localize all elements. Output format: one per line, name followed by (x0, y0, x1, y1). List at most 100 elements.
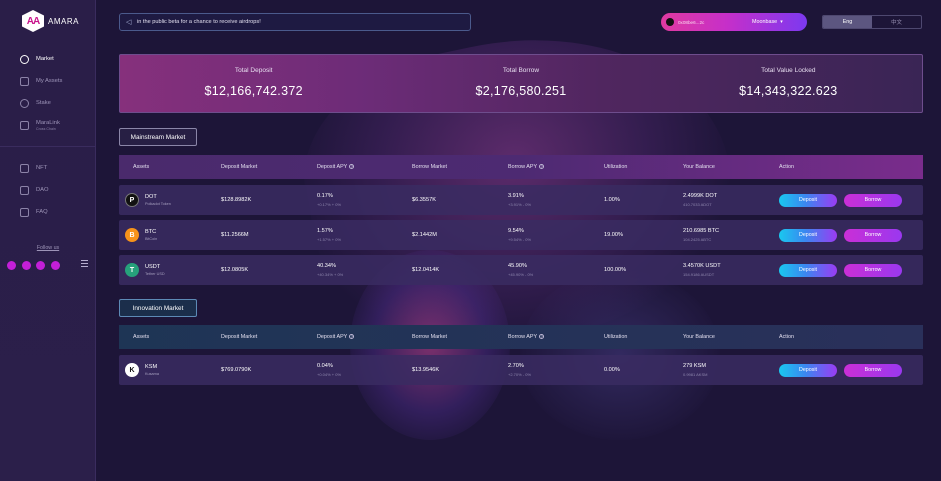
stat-total-borrow: Total Borrow $2,176,580.251 (387, 55, 654, 112)
borrow-apy-detail: +2.70% - 0% (508, 372, 532, 377)
medium-icon[interactable] (50, 261, 60, 270)
announcement-bar: ◁ in the public beta for a chance to rec… (119, 13, 471, 31)
deposit-apy-cell: 0.17% +0.17% + 0% (317, 193, 341, 207)
lang-zh[interactable]: 中文 (872, 16, 921, 28)
nft-icon (20, 163, 29, 173)
balance-detail: 154.9186 AUSDT (683, 272, 715, 277)
sidebar-item-maralink[interactable]: MaraLink Cross Chain (0, 114, 96, 136)
column-header: Deposit APY? (317, 164, 355, 170)
deposit-market: $769.0790K (221, 367, 252, 373)
column-header: Deposit Market (221, 164, 258, 170)
sidebar-item-label: Market (36, 56, 54, 62)
borrow-apy-cell: 3.91% +3.91% - 0% (508, 193, 531, 207)
balance-detail: 410.7033 ADOT (683, 202, 712, 207)
help-icon: ? (539, 164, 545, 170)
folder-icon (20, 76, 29, 86)
network-selector[interactable]: Moonbase (752, 19, 777, 25)
borrow-market: $2.1442M (412, 232, 437, 238)
borrow-button[interactable]: Borrow (844, 228, 902, 242)
dao-icon (20, 185, 29, 195)
column-header: Your Balance (683, 164, 715, 170)
deposit-apy: 0.04% (317, 363, 333, 369)
dollar-circle-icon (20, 54, 29, 64)
borrow-button[interactable]: Borrow (844, 193, 902, 207)
table-row: P DOT Polkadot Token $128.8982K 0.17% +0.… (119, 185, 923, 215)
mainstream-table-header: Assets Deposit Market Deposit APY? Borro… (119, 155, 923, 179)
asset-name: Polkadot Token (145, 202, 171, 206)
balance-cell: 210.6985 BTC 104.2425 ABTC (683, 228, 719, 242)
wallet-address: 0x08be6...2c (678, 19, 705, 25)
sidebar-item-faq[interactable]: FAQ (0, 201, 96, 223)
asset-cell: P DOT Polkadot Token (119, 193, 221, 207)
usdt-coin-icon: T (125, 263, 139, 277)
deposit-button[interactable]: Deposit (779, 193, 837, 207)
sidebar-item-label: Stake (36, 100, 51, 106)
asset-name: Tether USD (145, 272, 165, 276)
utilization: 100.00% (604, 267, 627, 273)
borrow-apy-detail: +45.90% - 0% (508, 272, 534, 277)
twitter-icon[interactable] (7, 261, 16, 270)
sidebar-item-stake[interactable]: Stake (0, 92, 96, 114)
sidebar-item-dao[interactable]: DAO (0, 179, 96, 201)
asset-cell: T USDT Tether USD (119, 263, 221, 277)
utilization: 1.00% (604, 197, 620, 203)
sidebar-item-label: MaraLink (36, 119, 60, 126)
sidebar-item-my-assets[interactable]: My Assets (0, 70, 96, 92)
column-header: Action (779, 164, 794, 170)
logo[interactable]: AA AMARA (22, 10, 79, 32)
wallet-button[interactable]: 0x08be6...2c Moonbase ▾ (661, 13, 807, 31)
deposit-button[interactable]: Deposit (779, 263, 837, 277)
amara-logo-icon: AA (22, 10, 44, 32)
borrow-button[interactable]: Borrow (844, 363, 902, 377)
help-icon: ? (349, 334, 355, 340)
balance: 3.4570K USDT (683, 263, 721, 269)
borrow-apy: 45.90% (508, 263, 527, 269)
stat-total-deposit: Total Deposit $12,166,742.372 (120, 55, 387, 112)
column-header: Action (779, 334, 794, 340)
stat-label: Total Borrow (502, 67, 540, 74)
language-switcher: Eng 中文 (822, 15, 922, 29)
stat-label: Total Deposit (234, 67, 273, 74)
borrow-apy-cell: 9.54% +9.54% - 0% (508, 228, 531, 242)
discord-icon[interactable] (36, 261, 45, 270)
stat-total-value-locked: Total Value Locked $14,343,322.623 (655, 55, 922, 112)
collapse-menu-icon[interactable] (81, 260, 88, 267)
column-header: Borrow APY? (508, 164, 545, 170)
brand-name: AMARA (48, 16, 79, 26)
telegram-icon[interactable] (21, 261, 31, 270)
speaker-icon: ◁ (126, 18, 132, 26)
mainstream-market-label: Mainstream Market (119, 128, 197, 146)
lang-eng[interactable]: Eng (823, 16, 872, 28)
link-icon (20, 120, 29, 130)
sidebar-item-label: DAO (36, 187, 49, 193)
column-header: Deposit APY? (317, 334, 355, 340)
social-links (7, 261, 65, 270)
follow-us-link[interactable]: Follow us (0, 245, 96, 251)
sidebar-item-market[interactable]: Market (0, 48, 96, 70)
table-row: T USDT Tether USD $12.0805K 40.34% +40.34… (119, 255, 923, 285)
sidebar-item-label: My Assets (36, 78, 63, 84)
balance-cell: 3.4570K USDT 154.9186 AUSDT (683, 263, 721, 277)
sidebar-item-label: FAQ (36, 209, 48, 215)
table-row: B BTC BitCoin $11.2566M 1.57% +1.57% + 0%… (119, 220, 923, 250)
deposit-button[interactable]: Deposit (779, 228, 837, 242)
borrow-apy-detail: +3.91% - 0% (508, 202, 532, 207)
borrow-market: $13.9546K (412, 367, 440, 373)
asset-name: Kusama (145, 372, 159, 376)
sidebar-item-sublabel: Cross Chain (36, 126, 56, 131)
borrow-button[interactable]: Borrow (844, 263, 902, 277)
asset-cell: B BTC BitCoin (119, 228, 221, 242)
column-header: Assets (133, 334, 150, 340)
deposit-apy: 0.17% (317, 193, 333, 199)
column-header: Utilization (604, 334, 628, 340)
deposit-button[interactable]: Deposit (779, 363, 837, 377)
balance-cell: 279 KSM 0.9981 AKSM (683, 363, 707, 377)
balance-cell: 2.4999K DOT 410.7033 ADOT (683, 193, 717, 207)
sidebar: AA AMARA Market My Assets Stake MaraLink… (0, 0, 96, 481)
asset-symbol: DOT (145, 194, 157, 200)
faq-icon (20, 207, 29, 217)
chevron-down-icon: ▾ (780, 19, 783, 25)
deposit-market: $128.8982K (221, 197, 252, 203)
sidebar-item-nft[interactable]: NFT (0, 157, 96, 179)
deposit-apy-detail: +0.04% + 0% (317, 372, 342, 377)
